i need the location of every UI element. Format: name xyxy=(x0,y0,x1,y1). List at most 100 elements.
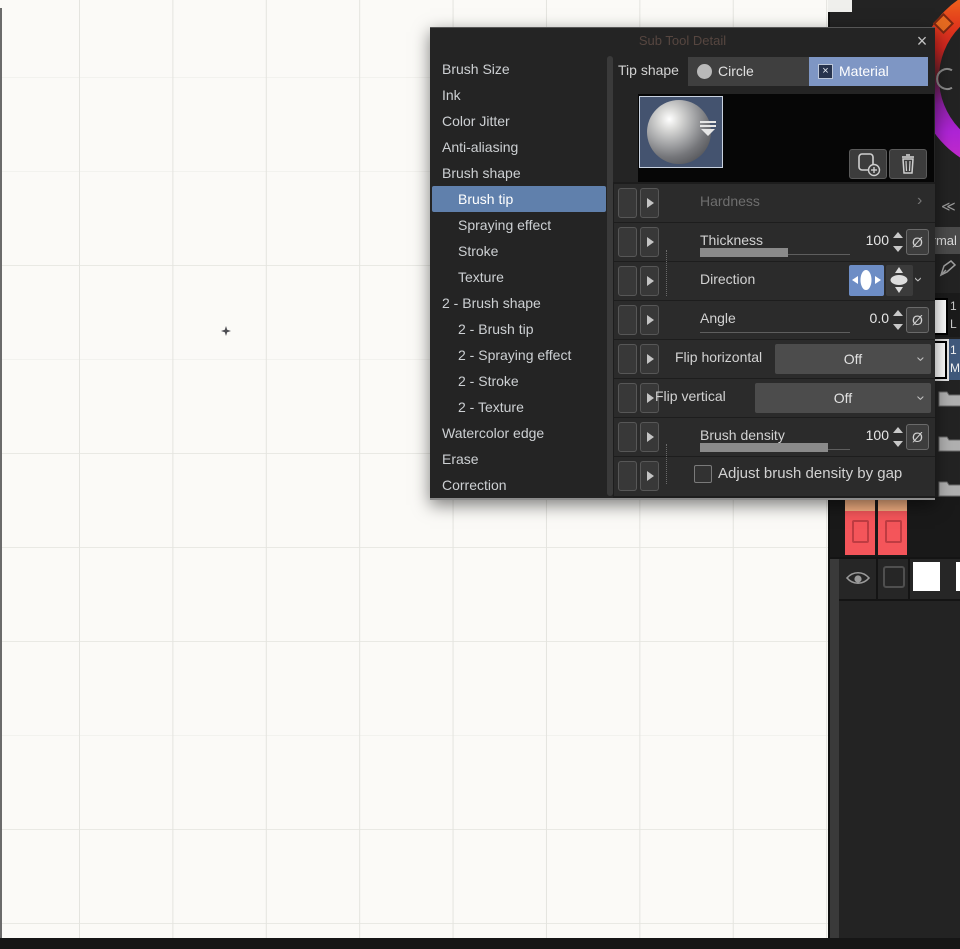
sidebar-item-stroke[interactable]: Stroke xyxy=(432,238,606,264)
add-material-icon xyxy=(858,153,881,177)
sidebar-item-color-jitter[interactable]: Color Jitter xyxy=(432,108,606,134)
sidebar-item-2-brush-shape[interactable]: 2 - Brush shape xyxy=(432,290,606,316)
dynamics-checkbox[interactable] xyxy=(618,344,637,374)
direction-horizontal-icon xyxy=(852,270,881,290)
dynamics-checkbox[interactable] xyxy=(618,227,637,257)
dynamics-checkbox[interactable] xyxy=(618,188,637,218)
window-left-border xyxy=(0,8,2,938)
brush-density-row: Brush density 100 Ø xyxy=(614,418,935,456)
sidebar-item-anti-aliasing[interactable]: Anti-aliasing xyxy=(432,134,606,160)
paper-thumbnail-partial xyxy=(956,562,960,591)
direction-row: Direction › xyxy=(614,262,935,300)
sidebar-item-brush-shape[interactable]: Brush shape xyxy=(432,160,606,186)
sidebar-item-watercolor-edge[interactable]: Watercolor edge xyxy=(432,420,606,446)
dynamics-expand-button[interactable] xyxy=(640,305,659,335)
sidebar-item-texture[interactable]: Texture xyxy=(432,264,606,290)
direction-horizontal-button[interactable] xyxy=(849,265,884,296)
clip-studio-window: ≪ Normal 1 L 1 M › Sub Tool xyxy=(0,0,960,949)
layer-text: 1 xyxy=(950,343,957,357)
sub-tool-detail-dialog: Sub Tool Detail × Brush Size Ink Color J… xyxy=(430,27,935,500)
add-material-button[interactable] xyxy=(849,149,887,179)
dynamics-expand-button[interactable] xyxy=(640,344,659,374)
chevron-down-icon: › xyxy=(912,395,930,401)
red-swatch-tile[interactable] xyxy=(878,498,907,555)
sidebar-item-erase[interactable]: Erase xyxy=(432,446,606,472)
group-connector xyxy=(666,250,668,296)
sidebar-item-brush-tip[interactable]: Brush tip xyxy=(432,186,606,212)
angle-value[interactable]: 0.0 xyxy=(870,310,889,326)
panel-edge-strip xyxy=(830,559,839,938)
density-value[interactable]: 100 xyxy=(866,427,889,443)
status-bar xyxy=(0,938,960,949)
adjust-density-checkbox[interactable] xyxy=(694,465,712,483)
paper-thumbnail[interactable] xyxy=(913,562,940,591)
slider-fill[interactable] xyxy=(700,443,828,452)
layer-text: L xyxy=(950,317,957,331)
thickness-row: Thickness 100 Ø xyxy=(614,223,935,261)
tip-shape-circle-button[interactable]: Circle xyxy=(688,57,809,86)
layer-text: 1 xyxy=(950,299,957,313)
folder-icon[interactable] xyxy=(938,433,960,452)
sidebar-item-2-texture[interactable]: 2 - Texture xyxy=(432,394,606,420)
pen-icon xyxy=(939,260,957,277)
direction-vertical-button[interactable] xyxy=(886,265,913,296)
material-thumbnail-selected[interactable] xyxy=(639,96,723,168)
canvas-scrollbar-end[interactable] xyxy=(828,0,852,12)
thickness-value[interactable]: 100 xyxy=(866,232,889,248)
folder-icon[interactable] xyxy=(938,388,960,407)
sidebar-item-spraying-effect[interactable]: Spraying effect xyxy=(432,212,606,238)
cell-divider xyxy=(908,557,910,601)
layer-text: M xyxy=(950,361,960,375)
flip-vertical-select[interactable]: Off › xyxy=(755,383,931,413)
dynamics-checkbox[interactable] xyxy=(618,305,637,335)
value-spinner[interactable] xyxy=(892,309,903,331)
dynamics-checkbox[interactable] xyxy=(618,383,637,413)
sidebar-item-2-stroke[interactable]: 2 - Stroke xyxy=(432,368,606,394)
no-dynamics-button[interactable]: Ø xyxy=(906,307,929,333)
value-spinner[interactable] xyxy=(892,231,903,253)
dynamics-checkbox[interactable] xyxy=(618,461,637,491)
dynamics-checkbox[interactable] xyxy=(618,266,637,296)
no-dynamics-button[interactable]: Ø xyxy=(906,229,929,255)
sidebar-item-2-spraying-effect[interactable]: 2 - Spraying effect xyxy=(432,342,606,368)
sidebar-item-2-brush-tip[interactable]: 2 - Brush tip xyxy=(432,316,606,342)
flip-vertical-row: Flip vertical Off › xyxy=(614,379,935,417)
tip-shape-label: Tip shape xyxy=(618,62,679,78)
chevron-right-icon[interactable]: › xyxy=(917,192,922,210)
panel-collapse-icon[interactable]: ≪ xyxy=(941,198,956,215)
dynamics-checkbox[interactable] xyxy=(618,422,637,452)
flip-horizontal-select[interactable]: Off › xyxy=(775,344,931,374)
sidebar-item-correction[interactable]: Correction xyxy=(432,472,606,498)
chevron-down-icon[interactable]: › xyxy=(910,277,927,282)
trash-icon xyxy=(902,154,914,174)
value-spinner[interactable] xyxy=(892,426,903,448)
layer-checkbox[interactable] xyxy=(883,566,905,588)
sidebar-item-ink[interactable]: Ink xyxy=(432,82,606,108)
circle-icon xyxy=(697,64,712,79)
folder-icon[interactable] xyxy=(938,478,960,497)
slider-track[interactable] xyxy=(700,332,850,333)
tip-shape-material-button[interactable]: × Material xyxy=(809,57,928,86)
visibility-eye-icon[interactable] xyxy=(846,570,870,586)
setting-category-list: Brush Size Ink Color Jitter Anti-aliasin… xyxy=(432,56,606,498)
dynamics-expand-button[interactable] xyxy=(640,188,659,218)
close-icon[interactable]: × xyxy=(912,31,932,51)
hardness-row: Hardness › xyxy=(614,184,935,222)
dynamics-expand-button[interactable] xyxy=(640,227,659,257)
group-connector xyxy=(666,444,668,484)
thumbnail-menu-icon[interactable] xyxy=(700,121,716,136)
swatch-inner-outline xyxy=(885,520,902,543)
no-dynamics-button[interactable]: Ø xyxy=(906,424,929,450)
red-swatch-tile[interactable] xyxy=(845,498,875,555)
chevron-down-icon: › xyxy=(912,356,930,362)
material-icon: × xyxy=(818,64,833,79)
adjust-density-row: Adjust brush density by gap xyxy=(614,457,935,496)
sv-circle-edge xyxy=(936,68,953,90)
dynamics-expand-button[interactable] xyxy=(640,266,659,296)
direction-vertical-icon xyxy=(890,267,908,293)
dynamics-expand-button[interactable] xyxy=(640,461,659,491)
sidebar-item-brush-size[interactable]: Brush Size xyxy=(432,56,606,82)
slider-fill[interactable] xyxy=(700,248,788,257)
dynamics-expand-button[interactable] xyxy=(640,422,659,452)
delete-material-button[interactable] xyxy=(889,149,927,179)
